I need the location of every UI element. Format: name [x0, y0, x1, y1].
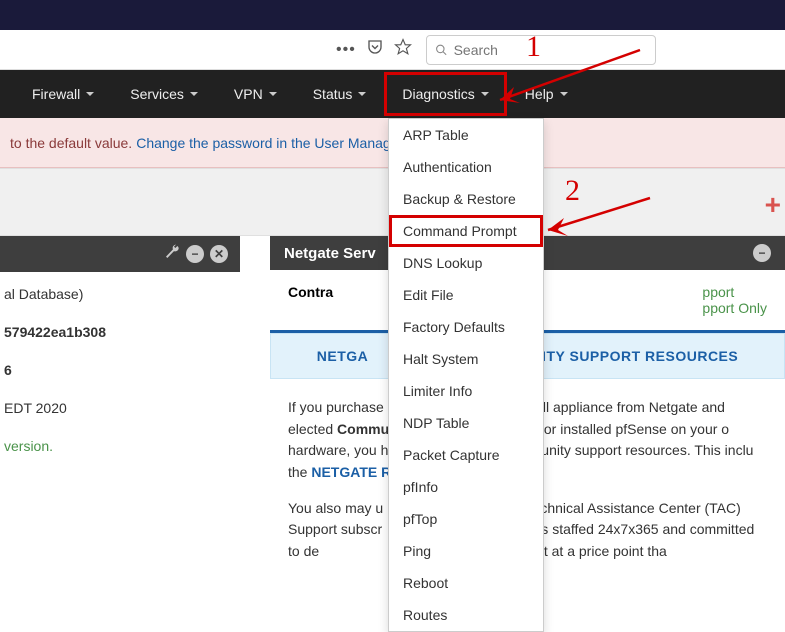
caret-down-icon [269, 92, 277, 96]
dropdown-item-routes[interactable]: Routes [389, 599, 543, 631]
netgate-link[interactable]: NETGATE R [311, 464, 391, 480]
info-row: EDT 2020 [4, 400, 230, 416]
dropdown-item-ndp-table[interactable]: NDP Table [389, 407, 543, 439]
wrench-icon[interactable] [164, 244, 180, 264]
info-row: 6 [4, 362, 230, 378]
caret-down-icon [560, 92, 568, 96]
dropdown-item-halt-system[interactable]: Halt System [389, 343, 543, 375]
browser-tab-bar [0, 0, 785, 30]
version-link[interactable]: version. [4, 438, 230, 454]
info-row: al Database) [4, 286, 230, 302]
bookmark-star-icon[interactable] [394, 38, 412, 61]
browser-toolbar: ••• [0, 30, 785, 70]
info-row: 579422ea1b308 [4, 324, 230, 340]
dropdown-item-backup-restore[interactable]: Backup & Restore [389, 183, 543, 215]
dropdown-item-factory-defaults[interactable]: Factory Defaults [389, 311, 543, 343]
dropdown-item-pfinfo[interactable]: pfInfo [389, 471, 543, 503]
add-widget-icon[interactable]: + [765, 189, 781, 221]
dropdown-item-authentication[interactable]: Authentication [389, 151, 543, 183]
system-info-body: al Database) 579422ea1b308 6 EDT 2020 ve… [0, 272, 240, 490]
caret-down-icon [190, 92, 198, 96]
dropdown-item-arp-table[interactable]: ARP Table [389, 119, 543, 151]
alert-link[interactable]: Change the password in the User Manager [136, 135, 403, 151]
dropdown-item-pftop[interactable]: pfTop [389, 503, 543, 535]
dropdown-item-dns-lookup[interactable]: DNS Lookup [389, 247, 543, 279]
dropdown-item-reboot[interactable]: Reboot [389, 567, 543, 599]
nav-vpn[interactable]: VPN [216, 72, 295, 116]
dropdown-item-edit-file[interactable]: Edit File [389, 279, 543, 311]
main-navbar: Firewall Services VPN Status Diagnostics… [0, 70, 785, 118]
diagnostics-dropdown: ARP Table Authentication Backup & Restor… [388, 118, 544, 632]
panel-title: Netgate Serv [284, 245, 376, 262]
caret-down-icon [358, 92, 366, 96]
nav-services[interactable]: Services [112, 72, 216, 116]
browser-search-box[interactable] [426, 35, 656, 65]
more-icon[interactable]: ••• [336, 41, 356, 59]
minimize-icon[interactable]: − [186, 245, 204, 263]
search-input[interactable] [454, 42, 647, 58]
dropdown-item-command-prompt[interactable]: Command Prompt [389, 215, 543, 247]
system-info-panel-header: − ✕ [0, 236, 240, 272]
contract-value: pport pport Only [702, 284, 767, 316]
caret-down-icon [481, 92, 489, 96]
nav-diagnostics[interactable]: Diagnostics [384, 72, 506, 116]
nav-status[interactable]: Status [295, 72, 385, 116]
dropdown-item-packet-capture[interactable]: Packet Capture [389, 439, 543, 471]
contract-label: Contra [288, 284, 333, 316]
nav-help[interactable]: Help [507, 72, 586, 116]
pocket-icon[interactable] [366, 38, 384, 61]
dropdown-item-limiter-info[interactable]: Limiter Info [389, 375, 543, 407]
dropdown-item-ping[interactable]: Ping [389, 535, 543, 567]
nav-firewall[interactable]: Firewall [14, 72, 112, 116]
search-icon [435, 43, 448, 57]
caret-down-icon [86, 92, 94, 96]
close-icon[interactable]: ✕ [210, 245, 228, 263]
alert-text: to the default value. [10, 135, 132, 151]
minimize-icon[interactable]: − [753, 244, 771, 262]
